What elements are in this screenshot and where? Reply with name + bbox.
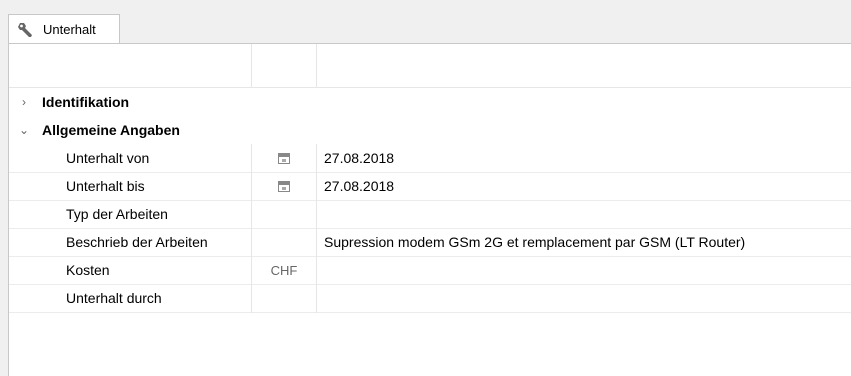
column-divider bbox=[316, 144, 317, 313]
property-unit bbox=[252, 284, 316, 312]
group-row-identifikation[interactable]: › Identifikation bbox=[9, 88, 851, 116]
property-label: Beschrieb der Arbeiten bbox=[66, 234, 208, 250]
column-divider bbox=[316, 44, 317, 87]
grid-header bbox=[9, 44, 851, 88]
property-row[interactable]: Unterhalt von 27.08.2018 bbox=[9, 144, 851, 173]
property-value[interactable]: 27.08.2018 bbox=[324, 178, 394, 194]
property-unit bbox=[252, 200, 316, 228]
tab-unterhalt[interactable]: Unterhalt bbox=[8, 14, 120, 44]
property-row[interactable]: Typ der Arbeiten bbox=[9, 200, 851, 229]
calendar-icon bbox=[278, 152, 290, 164]
tab-label: Unterhalt bbox=[43, 22, 96, 37]
property-label: Kosten bbox=[66, 262, 110, 278]
property-unit bbox=[252, 228, 316, 256]
tab-bar: Unterhalt bbox=[0, 0, 851, 44]
property-editor-button[interactable] bbox=[252, 144, 316, 172]
chevron-right-icon[interactable]: › bbox=[17, 95, 31, 109]
property-value[interactable]: Supression modem GSm 2G et remplacement … bbox=[324, 234, 745, 250]
wrench-icon bbox=[17, 21, 37, 39]
property-unit: CHF bbox=[270, 262, 298, 278]
column-divider bbox=[251, 144, 252, 313]
property-row[interactable]: Unterhalt bis 27.08.2018 bbox=[9, 172, 851, 201]
property-row[interactable]: Unterhalt durch bbox=[9, 284, 851, 313]
property-label: Typ der Arbeiten bbox=[66, 206, 168, 222]
property-label: Unterhalt bis bbox=[66, 178, 145, 194]
property-editor-button[interactable] bbox=[252, 172, 316, 200]
property-grid: › Identifikation ⌄ Allgemeine Angaben Un… bbox=[8, 43, 851, 376]
calendar-icon bbox=[278, 180, 290, 192]
group-label: Identifikation bbox=[42, 94, 130, 110]
property-label: Unterhalt durch bbox=[66, 290, 162, 306]
group-row-allgemeine-angaben[interactable]: ⌄ Allgemeine Angaben bbox=[9, 116, 851, 144]
property-value[interactable]: 27.08.2018 bbox=[324, 150, 394, 166]
chevron-down-icon[interactable]: ⌄ bbox=[17, 123, 31, 137]
column-divider bbox=[251, 44, 252, 87]
property-label: Unterhalt von bbox=[66, 150, 150, 166]
property-row[interactable]: Kosten CHF bbox=[9, 256, 851, 285]
property-row[interactable]: Beschrieb der Arbeiten Supression modem … bbox=[9, 228, 851, 257]
group-label: Allgemeine Angaben bbox=[42, 122, 180, 138]
